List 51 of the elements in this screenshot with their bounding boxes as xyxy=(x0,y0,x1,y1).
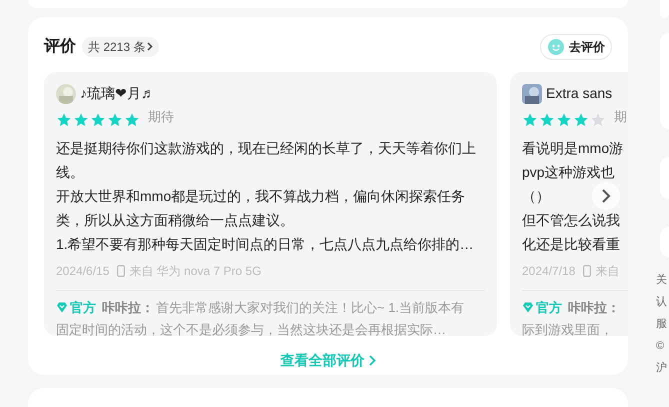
star-icon xyxy=(124,112,140,128)
star-icon xyxy=(522,112,538,128)
phone-icon xyxy=(117,264,126,277)
write-review-button[interactable]: 去评价 xyxy=(540,34,612,60)
device-label: 来自 华为 nova 7 Pro 5G xyxy=(129,262,262,280)
footer-text: 沪 xyxy=(656,360,668,376)
rating-label: 期 xyxy=(614,108,627,126)
diamond-heart-icon xyxy=(522,302,534,314)
star-icon xyxy=(539,112,555,128)
reply-text: 固定时间的活动，这个不是必须参与，当然这块还是会再根据实际… xyxy=(56,320,447,339)
review-text-line: （） xyxy=(522,186,550,206)
phone-icon xyxy=(583,264,592,277)
footer-text: 服 xyxy=(656,317,668,332)
review-text-line: 开放大世界和mmo都是玩过的，我不算战力档，偏向休闲探索任务 xyxy=(56,186,466,206)
reply-text: 际到游戏里面， xyxy=(522,320,614,339)
chevron-right-icon xyxy=(368,354,376,366)
device-label: 来自 xyxy=(595,262,620,280)
review-text-line: 但不管怎么说我 xyxy=(522,210,620,230)
rating-label: 期待 xyxy=(148,108,174,126)
footer-text: 认 xyxy=(656,295,668,310)
user-name: ♪琉璃❤月♬ xyxy=(80,84,155,104)
review-text-line: 1.希望不要有那种每天固定时间点的日常，七点八点九点给你排的… xyxy=(56,234,474,254)
user-name: Extra sans xyxy=(546,84,612,104)
star-icon xyxy=(573,112,589,128)
star-icon xyxy=(590,112,606,128)
official-label: 官方 xyxy=(70,298,96,317)
star-icon xyxy=(56,112,72,128)
review-text-line: 还是挺期待你们这款游戏的，现在已经闲的长草了，天天等着你们上 xyxy=(56,138,476,158)
review-text-line: pvp这种游戏也 xyxy=(522,162,615,182)
diamond-heart-icon xyxy=(56,302,68,314)
reply-author: 咔咔拉： xyxy=(102,298,154,317)
footer-text: © xyxy=(656,339,666,354)
star-icon xyxy=(73,112,89,128)
review-count-link[interactable]: 共 2213 条 xyxy=(82,36,160,57)
section-title: 评价 xyxy=(44,36,76,57)
star-icon xyxy=(107,112,123,128)
review-date: 2024/7/18 xyxy=(522,262,576,280)
smiley-icon xyxy=(547,38,565,56)
official-label: 官方 xyxy=(536,298,562,317)
review-text-line: 线。 xyxy=(56,162,84,182)
review-text-line: 看说明是mmo游 xyxy=(522,138,624,158)
review-text-line: 化还是比较看重 xyxy=(522,234,620,254)
chevron-right-icon xyxy=(601,189,611,203)
star-icon xyxy=(90,112,106,128)
chevron-right-icon xyxy=(147,42,154,52)
star-icon xyxy=(556,112,572,128)
review-text-line: 类，所以从这方面稍微给一点点建议。 xyxy=(56,210,294,230)
review-date: 2024/6/15 xyxy=(56,262,110,280)
reply-author: 咔咔拉： xyxy=(568,298,620,317)
reply-text: 首先非常感谢大家对我们的关注！比心~ 1.当前版本有 xyxy=(156,298,464,317)
footer-text: 关 xyxy=(656,272,668,288)
